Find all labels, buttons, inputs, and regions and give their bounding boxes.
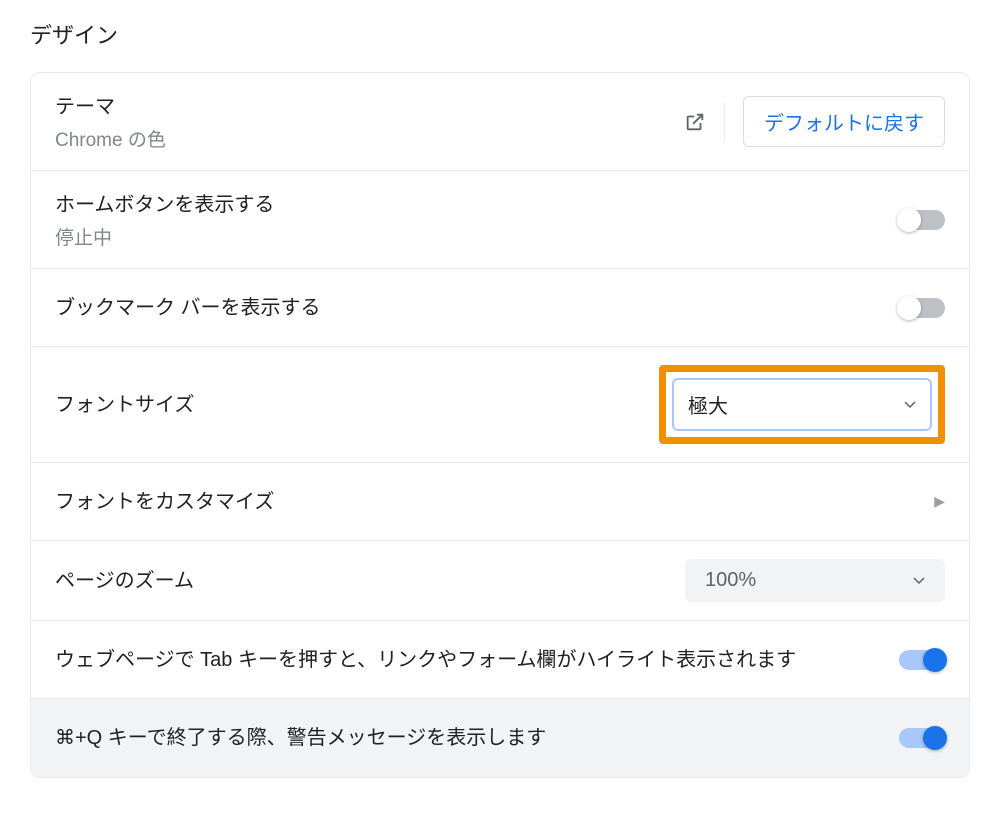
page-zoom-row: ページのズーム 100% [31,541,969,621]
bookmark-bar-label: ブックマーク バーを表示する [55,292,899,324]
home-button-sublabel: 停止中 [55,223,899,250]
reset-default-button[interactable]: デフォルトに戻す [743,96,945,147]
font-size-value: 極大 [688,390,728,419]
divider [724,102,725,142]
quit-warning-toggle[interactable] [899,728,945,748]
home-button-toggle[interactable] [899,210,945,230]
quit-warning-label: ⌘+Q キーで終了する際、警告メッセージを表示します [55,722,899,754]
page-zoom-value: 100% [705,569,756,592]
section-title: デザイン [30,18,970,50]
chevron-right-icon: ▶ [934,493,945,510]
font-size-row: フォントサイズ 極大 [31,347,969,463]
font-customize-row[interactable]: フォントをカスタマイズ ▶ [31,463,969,541]
page-zoom-select[interactable]: 100% [685,559,945,602]
page-zoom-label: ページのズーム [55,565,685,597]
home-button-label: ホームボタンを表示する [55,189,899,221]
bookmark-bar-row: ブックマーク バーを表示する [31,269,969,347]
bookmark-bar-toggle[interactable] [899,298,945,318]
home-button-row: ホームボタンを表示する 停止中 [31,171,969,269]
tab-highlight-label: ウェブページで Tab キーを押すと、リンクやフォーム欄がハイライト表示されます [55,644,899,676]
font-size-label: フォントサイズ [55,389,659,421]
open-in-new-icon[interactable] [684,111,706,133]
highlight-annotation: 極大 [659,365,945,444]
tab-highlight-row: ウェブページで Tab キーを押すと、リンクやフォーム欄がハイライト表示されます [31,621,969,699]
font-size-select[interactable]: 極大 [672,378,932,431]
theme-label: テーマ [55,91,684,123]
design-card: テーマ Chrome の色 デフォルトに戻す ホームボタンを表示する 停止中 [30,72,970,778]
theme-sublabel: Chrome の色 [55,125,684,152]
dropdown-arrow-icon [904,401,916,409]
font-customize-label: フォントをカスタマイズ [55,486,934,518]
dropdown-arrow-icon [913,577,925,585]
theme-row[interactable]: テーマ Chrome の色 デフォルトに戻す [31,73,969,171]
quit-warning-row: ⌘+Q キーで終了する際、警告メッセージを表示します [31,699,969,777]
tab-highlight-toggle[interactable] [899,650,945,670]
